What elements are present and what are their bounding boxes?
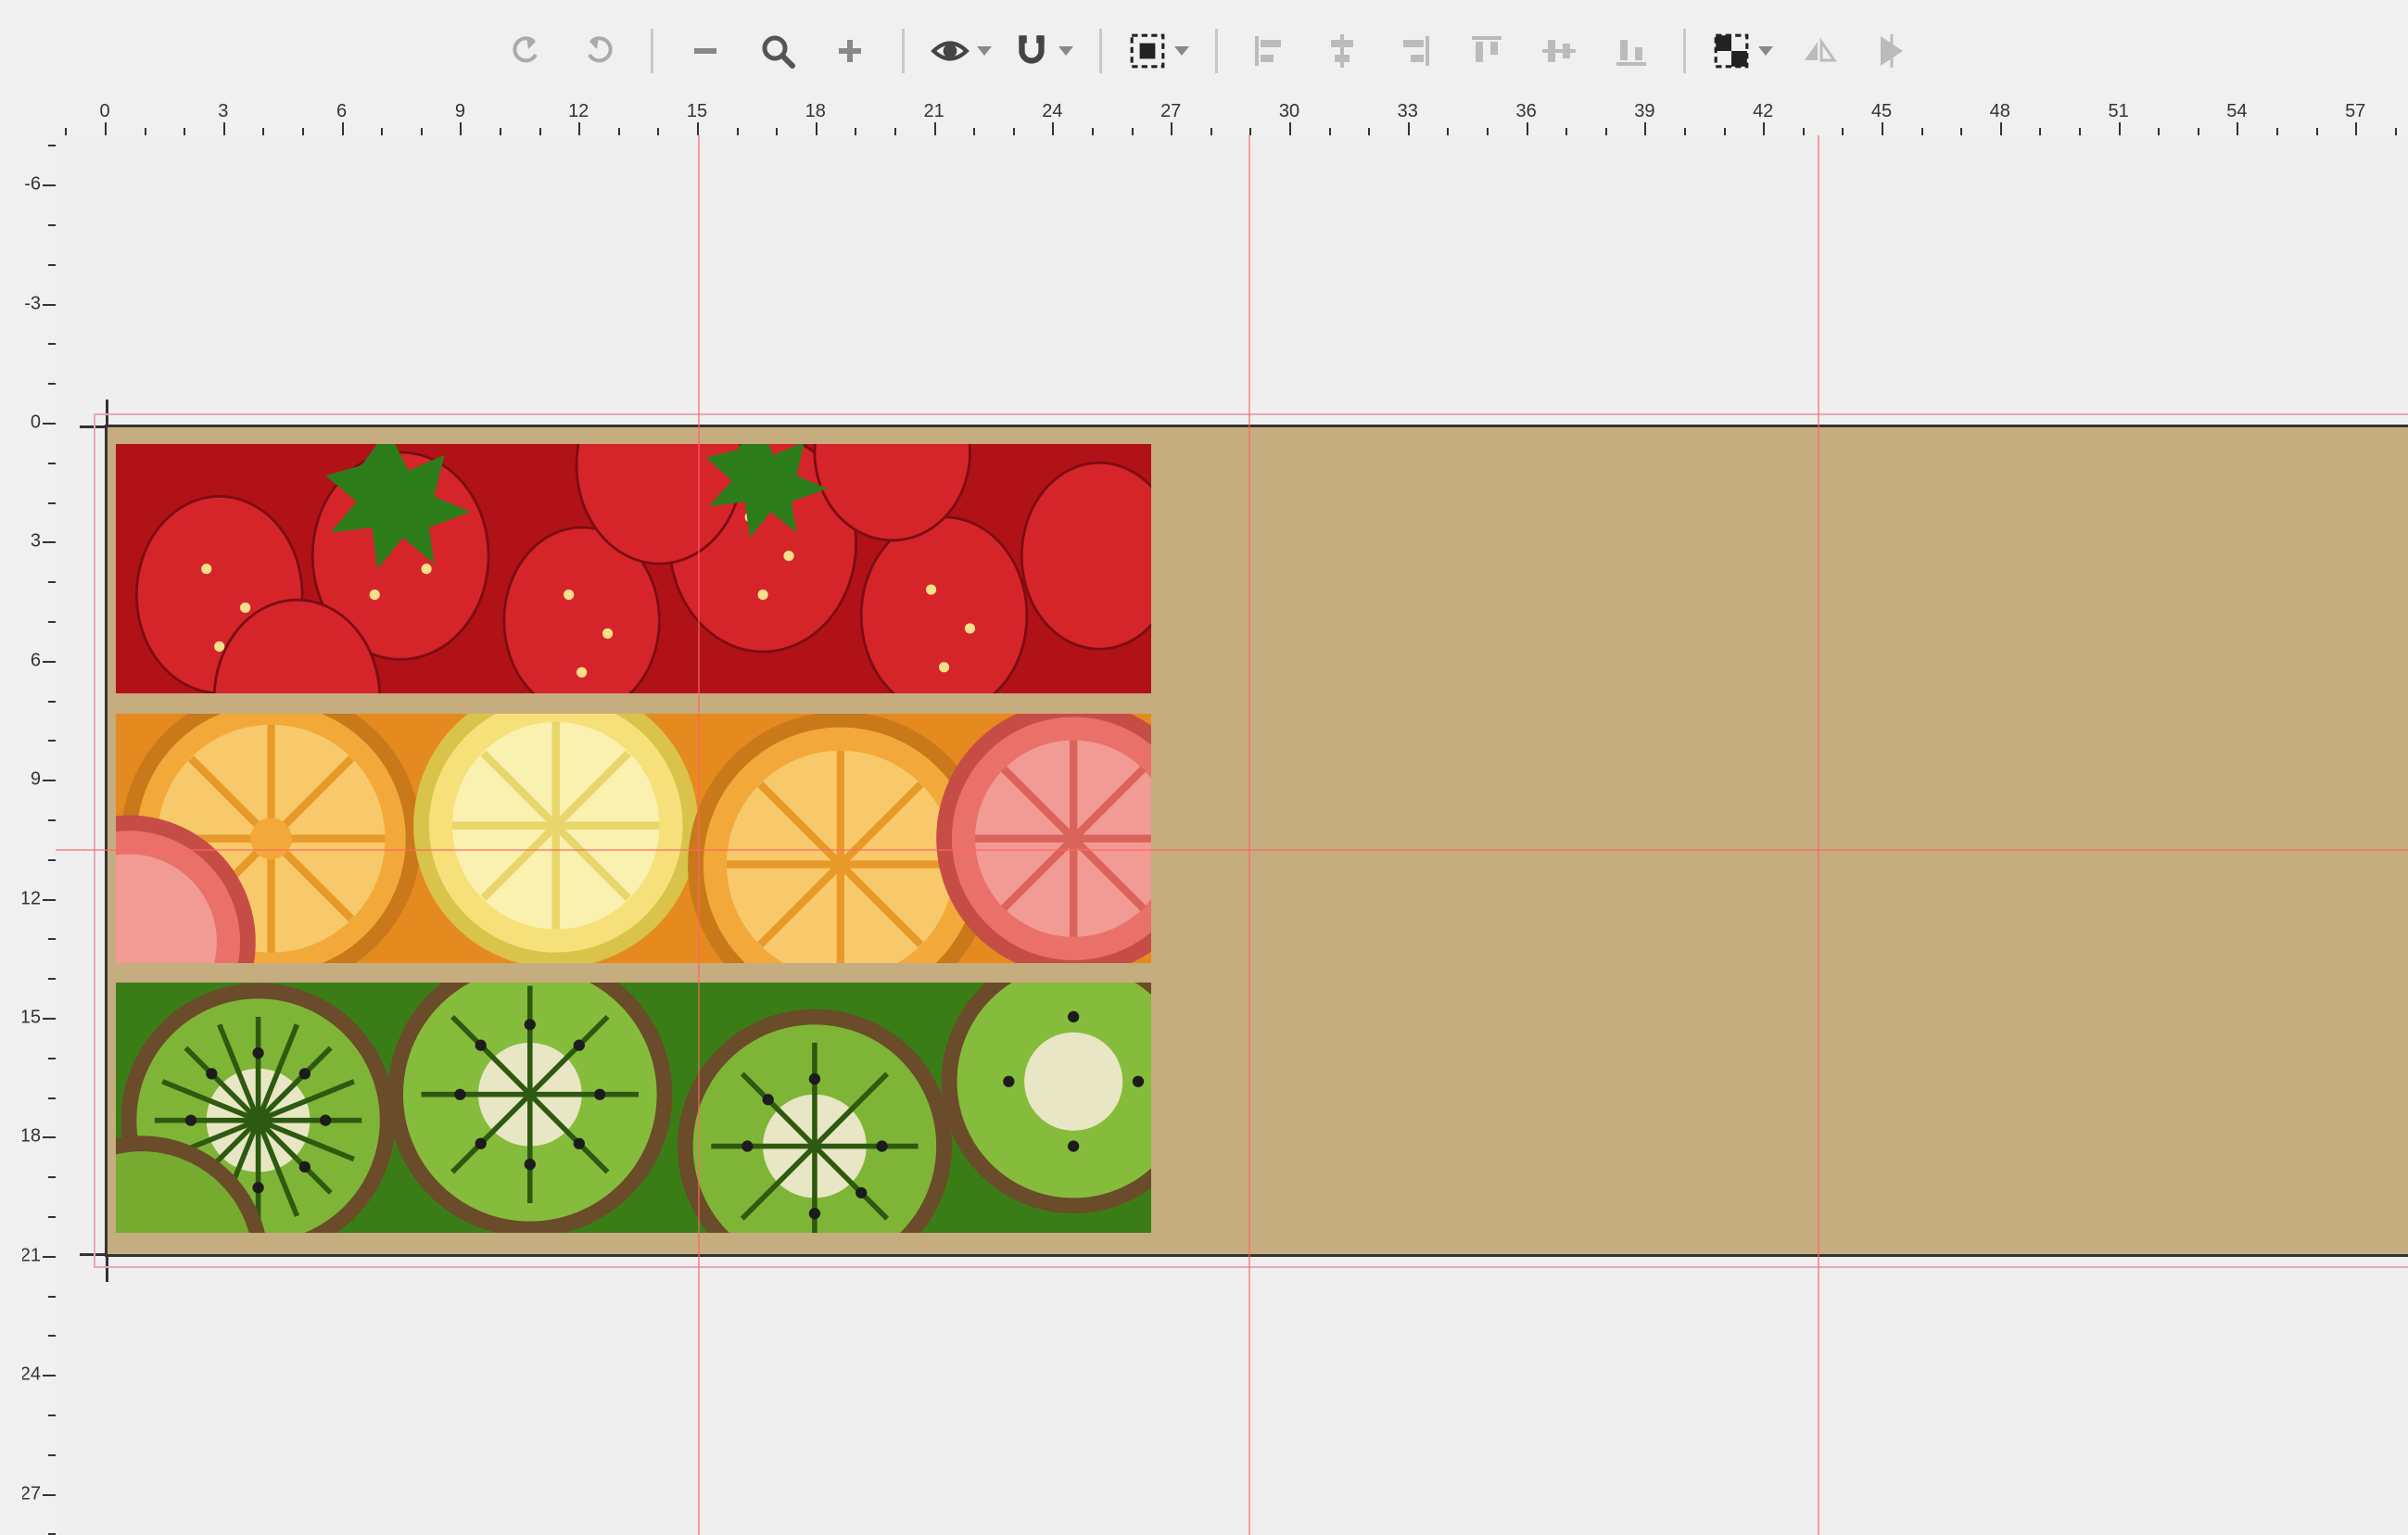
flip-v-icon [1873,32,1910,70]
zoom-in-button[interactable] [824,25,876,77]
view-options-combo[interactable] [931,32,992,70]
ruler-label: 54 [2226,102,2247,122]
ruler-label: -6 [24,174,41,196]
snap-options-combo[interactable] [1012,32,1073,70]
ruler-label: 12 [22,888,41,909]
image-strawberries[interactable] [116,444,1151,693]
zoom-fit-button[interactable] [752,25,804,77]
ruler-label: 9 [455,102,465,122]
ruler-label: 3 [218,102,228,122]
ruler-label: 0 [31,412,41,434]
align-top-icon [1468,32,1505,70]
align-center-v-button[interactable] [1533,25,1585,77]
page-margins-icon [1128,32,1167,70]
magnet-icon [1012,32,1051,70]
ruler-label: 33 [1398,102,1418,122]
crop-mark [80,1253,108,1256]
ruler-label: 15 [22,1008,41,1029]
image-citrus[interactable] [116,714,1151,963]
align-center-h-button[interactable] [1316,25,1368,77]
align-left-icon [1251,32,1288,70]
kiwi-art [116,983,1151,1232]
ruler-origin[interactable] [22,102,57,137]
crop-mark [80,425,108,428]
ruler-label: 15 [687,102,707,122]
zoom-out-button[interactable] [679,25,731,77]
ruler-label: 9 [31,769,41,791]
ruler-label: 21 [22,1245,41,1266]
vertical-ruler[interactable]: -6 -3 0 3 6 9 12 15 18 21 24 27 [22,135,57,1535]
ruler-label: 6 [31,650,41,671]
document-page[interactable] [105,425,2408,1257]
caret-down-icon [1758,46,1773,56]
ruler-label: 45 [1871,102,1892,122]
crop-mark [106,1254,108,1282]
caret-down-icon [1058,46,1073,56]
ruler-label: 27 [1160,102,1181,122]
ruler-label: 27 [22,1483,41,1504]
ruler-label: 36 [1515,102,1536,122]
toolbar-separator [902,29,905,73]
crop-mark [106,400,108,427]
toolbar-separator [651,29,653,73]
ruler-label: 57 [2345,102,2365,122]
ruler-label: 0 [99,102,109,122]
align-right-button[interactable] [1388,25,1440,77]
strawberries-art [116,444,1151,693]
horizontal-ruler[interactable]: 036912151821242730333639424548515457 [56,102,2408,137]
ruler-label: -3 [24,293,41,314]
ruler-label: 48 [1990,102,2010,122]
ruler-label: 12 [568,102,589,122]
image-kiwi[interactable] [116,983,1151,1232]
toolbar-separator [1683,29,1686,73]
ruler-label: 18 [22,1126,41,1148]
citrus-art [116,714,1151,963]
caret-down-icon [977,46,992,56]
ruler-label: 24 [22,1364,41,1386]
undo-icon [508,32,545,70]
ruler-label: 51 [2108,102,2128,122]
page-margins-combo[interactable] [1128,32,1189,70]
align-bottom-icon [1613,32,1650,70]
ruler-label: 6 [336,102,347,122]
toolbar-separator [1215,29,1218,73]
toolbar-separator [1099,29,1102,73]
redo-icon [580,32,617,70]
flip-h-icon [1801,32,1838,70]
minus-icon [687,32,724,70]
align-left-button[interactable] [1244,25,1296,77]
align-right-icon [1396,32,1433,70]
flip-horizontal-button[interactable] [1793,25,1845,77]
ruler-label: 3 [31,531,41,552]
align-center-v-icon [1540,32,1578,70]
align-top-button[interactable] [1461,25,1513,77]
ruler-label: 30 [1279,102,1299,122]
redo-button[interactable] [573,25,625,77]
plus-icon [831,32,868,70]
transparency-combo[interactable] [1712,32,1773,70]
eye-icon [931,32,970,70]
ruler-label: 18 [805,102,826,122]
canvas-area[interactable] [56,135,2408,1535]
align-bottom-button[interactable] [1605,25,1657,77]
ruler-label: 39 [1634,102,1654,122]
caret-down-icon [1174,46,1189,56]
undo-button[interactable] [501,25,552,77]
main-toolbar [0,0,2408,102]
flip-vertical-button[interactable] [1866,25,1918,77]
ruler-label: 42 [1753,102,1773,122]
ruler-label: 24 [1042,102,1062,122]
align-center-h-icon [1324,32,1361,70]
magnifier-icon [759,32,796,70]
checker-icon [1712,32,1751,70]
ruler-label: 21 [923,102,944,122]
